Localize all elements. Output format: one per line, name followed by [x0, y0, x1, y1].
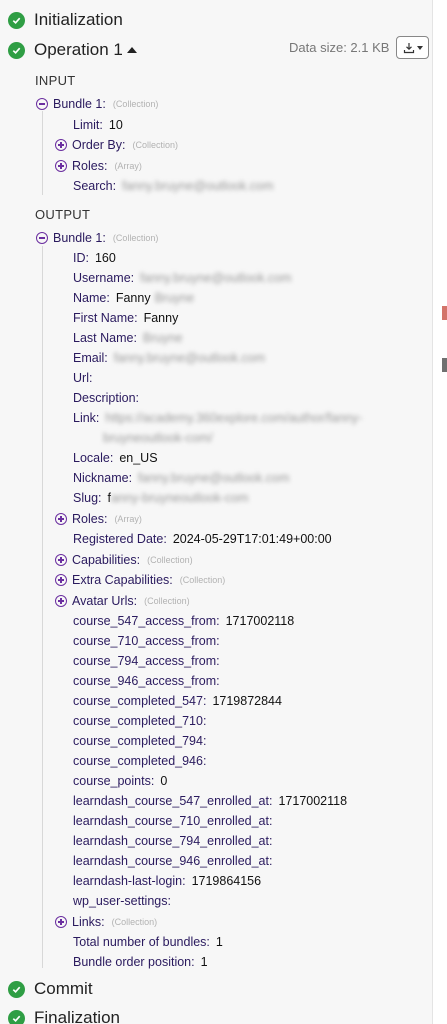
field-description: Description: [73, 391, 139, 405]
execution-log-panel: Initialization Operation 1 Data size: 2.… [0, 0, 432, 1024]
field-capabilities[interactable]: Capabilities: (Collection) [55, 551, 193, 569]
step-operation[interactable]: Operation 1 [8, 38, 137, 62]
expand-icon[interactable] [55, 160, 67, 172]
input-search: Search: fanny.bruyne@outlook.com [73, 179, 274, 193]
step-label: Operation 1 [34, 40, 123, 59]
background-mark [442, 306, 447, 320]
background-page-strip [432, 0, 447, 1024]
field-wp-user-settings: wp_user-settings: [73, 894, 171, 908]
field-course-completed-946: course_completed_946: [73, 754, 207, 768]
output-heading: OUTPUT [35, 207, 91, 222]
step-label: Finalization [34, 1008, 120, 1024]
field-learndash-547: learndash_course_547_enrolled_at: 1717002… [73, 794, 348, 808]
field-slug: Slug: f anny-bruyneoutlook-com [73, 491, 249, 505]
field-roles[interactable]: Roles: (Array) [55, 510, 142, 528]
check-circle-icon [8, 11, 25, 29]
caret-up-icon[interactable] [126, 47, 137, 53]
expand-icon[interactable] [55, 554, 67, 566]
field-learndash-710: learndash_course_710_enrolled_at: [73, 814, 273, 828]
field-bundle-order: Bundle order position: 1 [73, 955, 208, 969]
step-finalization[interactable]: Finalization [8, 1006, 120, 1024]
background-mark [442, 358, 447, 372]
field-id: ID: 160 [73, 251, 116, 265]
field-nickname: Nickname: fanny.bruyne@outlook.com [73, 471, 290, 485]
field-learndash-946: learndash_course_946_enrolled_at: [73, 854, 273, 868]
field-course-completed-710: course_completed_710: [73, 714, 207, 728]
field-course-points: course_points: 0 [73, 774, 168, 788]
tree-line [42, 246, 43, 968]
download-icon [403, 42, 414, 53]
check-circle-icon [8, 980, 25, 998]
field-course-547-access: course_547_access_from: 1717002118 [73, 614, 295, 628]
field-course-completed-794: course_completed_794: [73, 734, 207, 748]
field-link-continued: bruyneoutlook-com/ [103, 431, 213, 445]
input-order-by[interactable]: Order By: (Collection) [55, 136, 178, 154]
field-last-name: Last Name: Bruyne [73, 331, 183, 345]
input-roles[interactable]: Roles: (Array) [55, 157, 142, 175]
download-button[interactable] [396, 36, 429, 59]
expand-icon[interactable] [55, 513, 67, 525]
field-course-710-access: course_710_access_from: [73, 634, 220, 648]
field-links[interactable]: Links: (Collection) [55, 913, 157, 931]
data-size-label: Data size: 2.1 KB [289, 40, 390, 55]
chevron-down-icon [416, 45, 423, 50]
field-locale: Locale: en_US [73, 451, 158, 465]
input-heading: INPUT [35, 73, 76, 88]
field-name: Name: Fanny Bruyne [73, 291, 195, 305]
expand-icon[interactable] [55, 916, 67, 928]
input-limit: Limit: 10 [73, 118, 123, 132]
field-link: Link: https://academy.360explore.com/auth… [73, 411, 363, 425]
field-registered-date: Registered Date: 2024-05-29T17:01:49+00:0… [73, 532, 332, 546]
check-circle-icon [8, 1009, 25, 1024]
step-label: Initialization [34, 10, 123, 29]
field-first-name: First Name: Fanny [73, 311, 179, 325]
step-initialization[interactable]: Initialization [8, 8, 123, 32]
check-circle-icon [8, 41, 25, 59]
field-url: Url: [73, 371, 93, 385]
expand-icon[interactable] [55, 139, 67, 151]
expand-icon[interactable] [55, 595, 67, 607]
tree-line [42, 111, 43, 195]
collapse-icon[interactable] [36, 232, 48, 244]
step-commit[interactable]: Commit [8, 977, 93, 1001]
field-learndash-794: learndash_course_794_enrolled_at: [73, 834, 273, 848]
input-bundle[interactable]: Bundle 1: (Collection) [36, 95, 158, 113]
field-course-794-access: course_794_access_from: [73, 654, 220, 668]
field-avatar-urls[interactable]: Avatar Urls: (Collection) [55, 592, 190, 610]
field-username: Username: fanny.bruyne@outlook.com [73, 271, 292, 285]
output-bundle[interactable]: Bundle 1: (Collection) [36, 229, 158, 247]
field-course-completed-547: course_completed_547: 1719872844 [73, 694, 282, 708]
field-course-946-access: course_946_access_from: [73, 674, 220, 688]
collapse-icon[interactable] [36, 98, 48, 110]
step-label: Commit [34, 979, 93, 998]
expand-icon[interactable] [55, 574, 67, 586]
field-total-bundles: Total number of bundles: 1 [73, 935, 223, 949]
field-email: Email: fanny.bruyne@outlook.com [73, 351, 266, 365]
field-extra-capabilities[interactable]: Extra Capabilities: (Collection) [55, 571, 225, 589]
field-last-login: learndash-last-login: 1719864156 [73, 874, 262, 888]
